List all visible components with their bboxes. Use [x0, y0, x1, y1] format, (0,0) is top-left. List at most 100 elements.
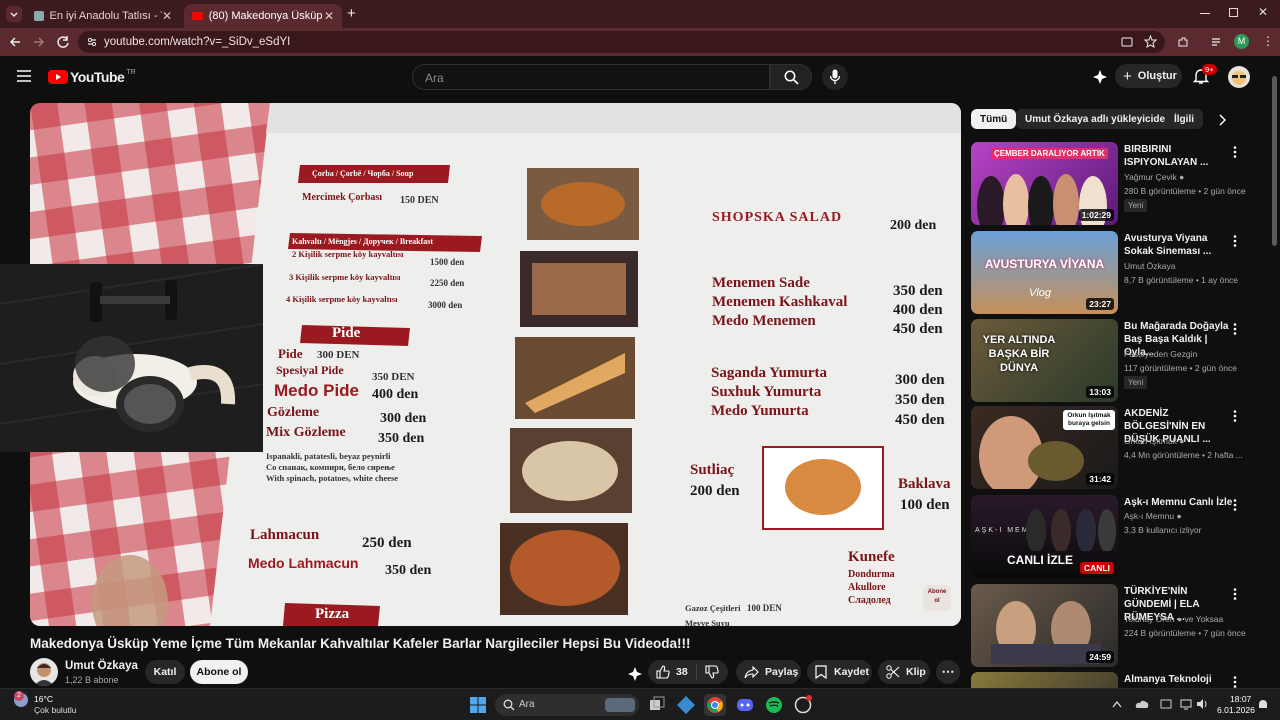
browser-menu-icon[interactable]: ⋮: [1262, 34, 1274, 48]
voice-search-button[interactable]: [822, 64, 848, 90]
close-window-icon[interactable]: ✕: [1258, 5, 1268, 19]
tab-search-button[interactable]: [6, 6, 22, 22]
profile-avatar[interactable]: M: [1234, 34, 1249, 49]
weather-temp[interactable]: 16°C: [34, 694, 53, 704]
channel-name[interactable]: Fasulyeden Gezgin: [1124, 349, 1197, 359]
task-view-icon[interactable]: [646, 694, 668, 716]
video-thumbnail[interactable]: YER ALTINDA BAŞKA BİR DÜNYA 13:03: [971, 319, 1118, 402]
extensions-icon[interactable]: [1176, 35, 1190, 49]
notifications-button[interactable]: 9+: [1193, 64, 1217, 85]
close-tab-icon[interactable]: ✕: [324, 9, 334, 23]
video-thumbnail[interactable]: Orkun Işıtmak buraya gelsin 31:42: [971, 406, 1118, 489]
recommended-video-7[interactable]: Almanya Teknoloji: [971, 672, 1261, 688]
menu-spesiyal-pide: Spesiyal Pide: [276, 363, 344, 377]
channel-name[interactable]: Orkun Işıtmak ●: [1124, 436, 1184, 446]
ai-sparkle-icon[interactable]: [1092, 69, 1108, 85]
notification-center-icon[interactable]: [1257, 698, 1269, 710]
channel-label: Orkun Işıtmak: [1124, 436, 1177, 446]
search-input[interactable]: Ara: [412, 64, 770, 90]
video-title[interactable]: BIRBIRINI ISPIYONLAYAN ...: [1124, 143, 1234, 169]
forward-button[interactable]: [32, 35, 46, 49]
video-title[interactable]: Avusturya Viyana Sokak Sineması ...: [1124, 232, 1234, 258]
channel-avatar[interactable]: [30, 658, 58, 686]
recommended-video-1[interactable]: ÇEMBER DARALIYOR ARTIK 1:02:29 BIRBIRINI…: [971, 142, 1261, 226]
channel-name[interactable]: Umut Özkaya: [1124, 261, 1176, 271]
more-options-icon[interactable]: [1233, 323, 1237, 335]
join-button[interactable]: Katıl: [145, 660, 185, 684]
more-options-icon[interactable]: [1233, 410, 1237, 422]
more-options-icon[interactable]: [1233, 499, 1237, 511]
network-icon[interactable]: [1180, 698, 1192, 710]
page-scrollbar[interactable]: [1272, 76, 1277, 246]
app-icon-game[interactable]: [792, 694, 814, 716]
search-button[interactable]: [770, 64, 812, 90]
taskbar-app-icon[interactable]: [1160, 698, 1172, 710]
cat-dumbbell-image: [0, 264, 263, 452]
onedrive-icon[interactable]: [1135, 698, 1149, 709]
tab-youtube-video[interactable]: (80) Makedonya Üsküp Yeme İç ✕: [184, 4, 342, 28]
app-icon-blue[interactable]: [675, 694, 697, 716]
start-button[interactable]: [467, 694, 489, 716]
video-title[interactable]: Aşk-ı Memnu Canlı İzle: [1124, 496, 1234, 509]
save-button[interactable]: Kaydet: [807, 660, 872, 684]
video-thumbnail[interactable]: AŞK-I MEMNU CANLI İZLE CANLI: [971, 495, 1118, 578]
more-options-icon[interactable]: [1233, 676, 1237, 688]
create-button[interactable]: + Oluştur: [1115, 64, 1182, 88]
video-title[interactable]: Almanya Teknoloji: [1124, 673, 1234, 686]
subscribe-watermark[interactable]: Abone ol: [925, 588, 949, 606]
video-thumbnail[interactable]: AVUSTURYA VİYANA Vlog 23:27: [971, 231, 1118, 314]
chip-all[interactable]: Tümü: [971, 109, 1017, 129]
volume-icon[interactable]: [1196, 698, 1208, 710]
video-thumbnail[interactable]: 24:59: [971, 584, 1118, 667]
chip-related[interactable]: İlgili: [1165, 109, 1203, 129]
recommended-video-3[interactable]: YER ALTINDA BAŞKA BİR DÜNYA 13:03 Bu Mağ…: [971, 319, 1261, 403]
clock-date[interactable]: 6.01.2026: [1217, 705, 1255, 715]
bookmark-star-icon[interactable]: [1144, 35, 1157, 48]
ai-ask-icon[interactable]: [627, 666, 643, 682]
new-tab-button[interactable]: +: [347, 5, 356, 22]
site-info-icon[interactable]: [86, 36, 98, 48]
more-actions-button[interactable]: ⋯: [936, 660, 960, 684]
recommended-video-4[interactable]: Orkun Işıtmak buraya gelsin 31:42 AKDENİ…: [971, 406, 1261, 490]
channel-name[interactable]: Yağmur Çevik ●: [1124, 172, 1184, 182]
channel-name[interactable]: Tolunay Ören ● ve Yoksaa: [1124, 614, 1223, 624]
more-options-icon[interactable]: [1233, 146, 1237, 158]
address-bar[interactable]: youtube.com/watch?v=_SiDv_eSdYI: [78, 31, 1165, 53]
back-button[interactable]: [8, 35, 22, 49]
weather-desc[interactable]: Çok bulutlu: [34, 705, 77, 715]
minimize-icon[interactable]: [1200, 13, 1210, 14]
more-options-icon[interactable]: [1233, 588, 1237, 600]
share-button[interactable]: Paylaş: [736, 660, 801, 684]
media-controls-icon[interactable]: [1210, 35, 1224, 49]
tray-overflow-icon[interactable]: [1112, 700, 1122, 708]
dislike-button[interactable]: [697, 665, 719, 679]
spotify-icon[interactable]: [763, 694, 785, 716]
discord-icon[interactable]: [734, 694, 756, 716]
video-thumbnail[interactable]: ÇEMBER DARALIYOR ARTIK 1:02:29: [971, 142, 1118, 225]
video-thumbnail[interactable]: [971, 672, 1118, 688]
subscribe-button[interactable]: Abone ol: [190, 660, 248, 684]
chips-next-icon[interactable]: [1218, 114, 1226, 126]
like-button[interactable]: 38: [648, 665, 696, 679]
account-avatar[interactable]: [1228, 66, 1250, 88]
chrome-icon[interactable]: [704, 694, 726, 716]
chip-from-uploader[interactable]: Umut Özkaya adlı yükleyiciden: [1016, 109, 1181, 129]
pip-overlay[interactable]: [0, 264, 263, 452]
recommended-video-2[interactable]: AVUSTURYA VİYANA Vlog 23:27 Avusturya Vi…: [971, 231, 1261, 315]
clock-time[interactable]: 18:07: [1230, 694, 1251, 704]
clip-button[interactable]: Klip: [878, 660, 930, 684]
close-tab-icon[interactable]: ✕: [162, 9, 172, 23]
channel-name[interactable]: Umut Özkaya: [65, 660, 138, 672]
more-options-icon[interactable]: [1233, 235, 1237, 247]
recommended-video-6[interactable]: 24:59 TÜRKİYE'NİN GÜNDEMİ | ELA RÜMEYSA …: [971, 584, 1261, 668]
reload-button[interactable]: [56, 35, 70, 49]
tab-anadolu-tatlisi[interactable]: En iyi Anadolu Tatlısı - Tier List ✕: [26, 4, 180, 28]
hamburger-menu-icon[interactable]: [17, 70, 31, 82]
maximize-icon[interactable]: [1229, 8, 1238, 17]
windows-logo-icon: [470, 697, 486, 713]
taskbar-search[interactable]: Ara: [495, 694, 639, 716]
recommended-video-5[interactable]: AŞK-I MEMNU CANLI İZLE CANLI Aşk-ı Memnu…: [971, 495, 1261, 579]
cast-icon[interactable]: [1121, 36, 1133, 48]
channel-name[interactable]: Aşk-ı Memnu ●: [1124, 511, 1182, 521]
youtube-logo[interactable]: YouTube TR: [48, 69, 136, 85]
